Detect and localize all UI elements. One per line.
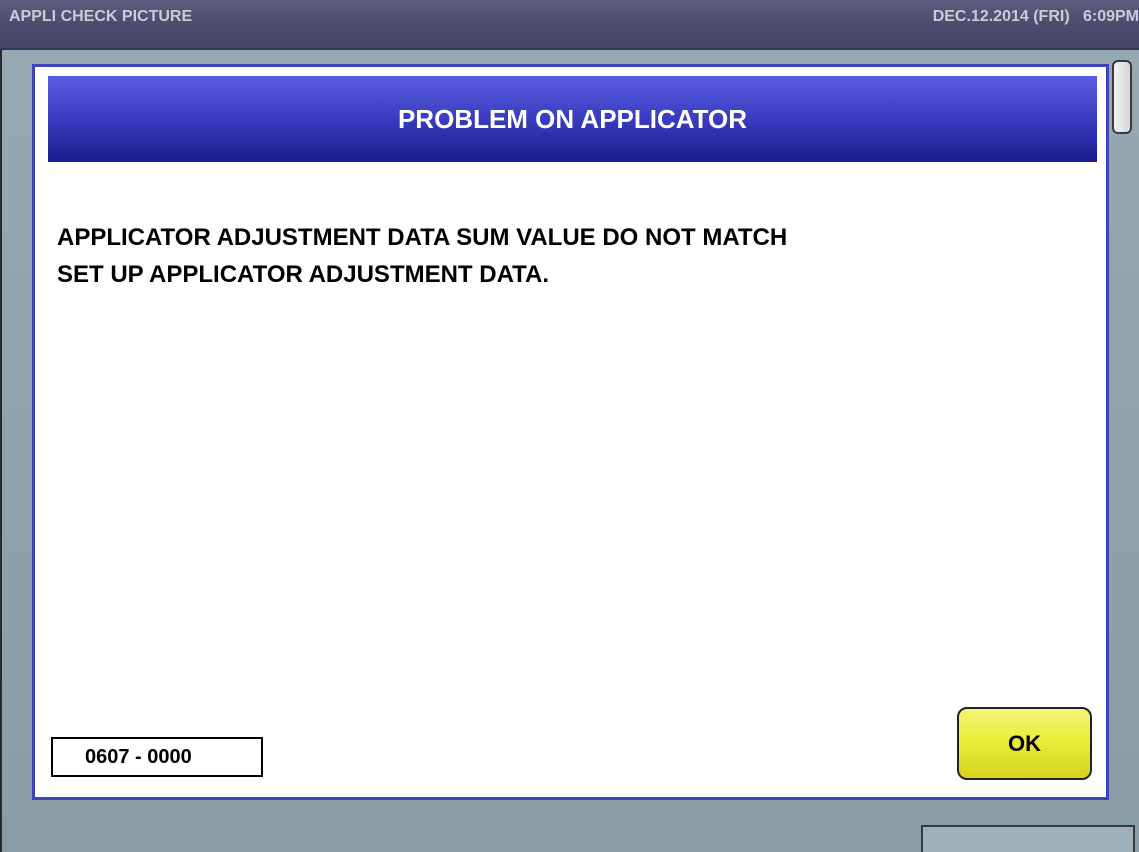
dialog-title: PROBLEM ON APPLICATOR [48, 76, 1097, 162]
title-bar: APPLI CHECK PICTURE DEC.12.2014 (FRI) 6:… [0, 0, 1139, 50]
error-message: APPLICATOR ADJUSTMENT DATA SUM VALUE DO … [57, 219, 1057, 293]
screen: APPLI CHECK PICTURE DEC.12.2014 (FRI) 6:… [0, 0, 1139, 852]
bottom-panel-tab [921, 825, 1135, 852]
app-title: APPLI CHECK PICTURE [9, 8, 193, 25]
error-message-line-2: SET UP APPLICATOR ADJUSTMENT DATA. [57, 261, 550, 288]
error-message-line-1: APPLICATOR ADJUSTMENT DATA SUM VALUE DO … [57, 224, 788, 251]
error-dialog: PROBLEM ON APPLICATOR APPLICATOR ADJUSTM… [32, 64, 1109, 800]
error-code-display: 0607 - 0000 [51, 737, 263, 777]
scrollbar-thumb[interactable] [1112, 60, 1132, 134]
ok-button[interactable]: OK [957, 707, 1092, 780]
datetime-display: DEC.12.2014 (FRI) 6:09PM [932, 8, 1139, 25]
